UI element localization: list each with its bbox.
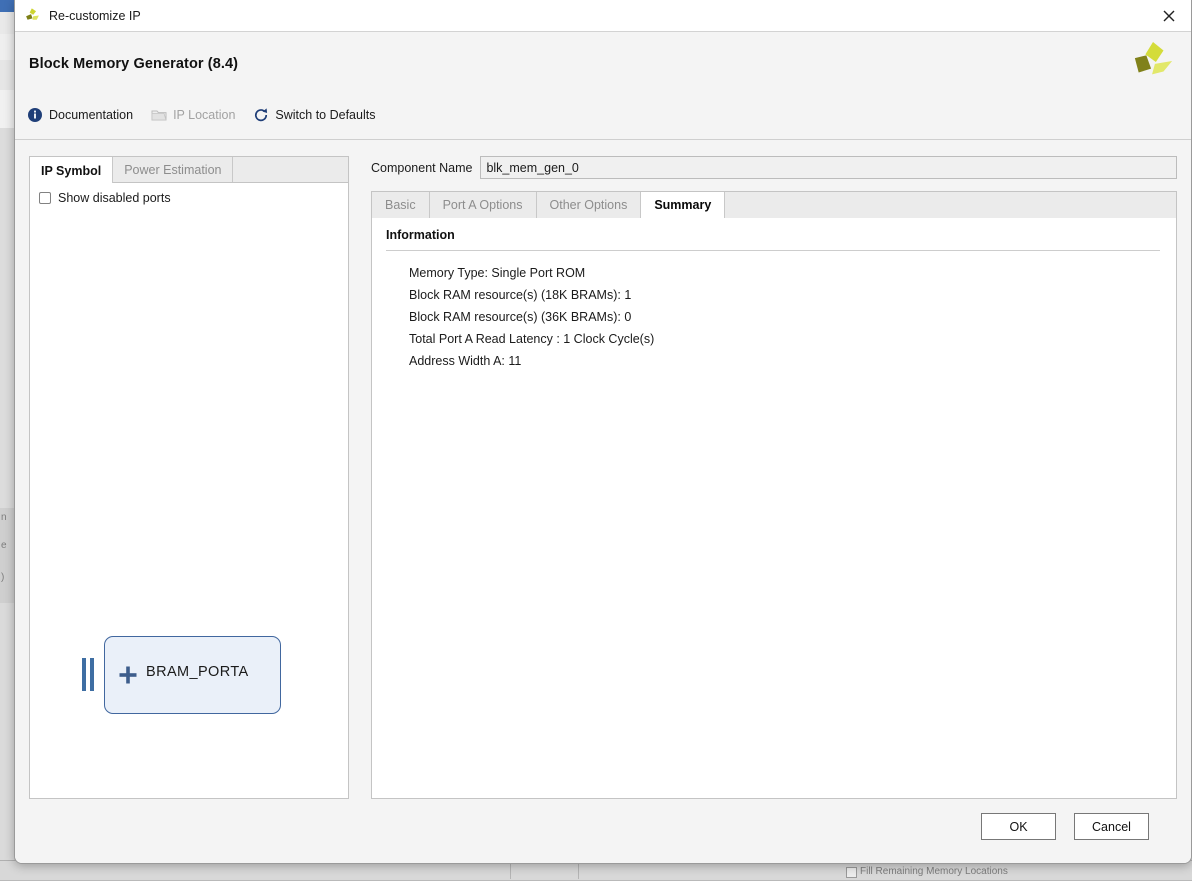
component-name-row: Component Name: [371, 156, 1177, 179]
tab-power-estimation[interactable]: Power Estimation: [113, 157, 233, 182]
ip-symbol-canvas: Show disabled ports BRAM_PORTA: [29, 183, 349, 799]
information-line: Address Width A: 11: [409, 350, 1160, 372]
xilinx-logo-icon: [24, 7, 41, 24]
checkbox-box-icon: [39, 192, 51, 204]
bg-panel: [0, 603, 14, 880]
information-line: Block RAM resource(s) (36K BRAMs): 0: [409, 306, 1160, 328]
bg-text-fragment: n: [1, 512, 7, 523]
left-tabstrip-filler: [233, 157, 348, 182]
bg-row: [0, 60, 14, 91]
options-tabstrip: Basic Port A Options Other Options Summa…: [371, 191, 1177, 218]
options-panel: Component Name Basic Port A Options Othe…: [371, 156, 1177, 799]
refresh-icon: [253, 107, 269, 123]
options-tabstrip-filler: [725, 192, 1176, 218]
xilinx-pinwheel-logo: [1132, 39, 1174, 85]
bg-row: [0, 90, 14, 129]
information-line: Memory Type: Single Port ROM: [409, 262, 1160, 284]
information-line: Total Port A Read Latency : 1 Clock Cycl…: [409, 328, 1160, 350]
documentation-label: Documentation: [49, 108, 133, 122]
component-name-input[interactable]: [480, 156, 1177, 179]
information-line: Block RAM resource(s) (18K BRAMs): 1: [409, 284, 1160, 306]
ip-symbol-panel: IP Symbol Power Estimation Show disabled…: [29, 156, 349, 799]
close-icon[interactable]: [1146, 0, 1191, 31]
switch-to-defaults-label: Switch to Defaults: [275, 108, 375, 122]
information-list: Memory Type: Single Port ROM Block RAM r…: [409, 262, 1160, 372]
bg-checkbox: [846, 867, 857, 878]
information-heading: Information: [386, 228, 455, 242]
show-disabled-ports-checkbox[interactable]: Show disabled ports: [39, 191, 171, 205]
dialog-toolbar: Documentation IP Location Switch to Defa…: [27, 107, 375, 123]
ip-location-label: IP Location: [173, 108, 235, 122]
show-disabled-ports-label: Show disabled ports: [58, 191, 171, 205]
folder-icon: [151, 107, 167, 123]
bg-row: [0, 34, 14, 61]
ok-button[interactable]: OK: [981, 813, 1056, 840]
plus-icon[interactable]: [118, 665, 138, 685]
tab-other-options[interactable]: Other Options: [537, 192, 642, 218]
bg-fill-remaining-label: Fill Remaining Memory Locations: [860, 866, 1008, 877]
bg-text-fragment: ): [1, 572, 4, 583]
summary-tab-content: Information Memory Type: Single Port ROM…: [371, 218, 1177, 799]
bram-porta-label: BRAM_PORTA: [146, 664, 249, 680]
bg-panel: [0, 128, 14, 509]
footer-button-group: OK Cancel: [981, 813, 1149, 840]
tab-ip-symbol[interactable]: IP Symbol: [30, 157, 113, 185]
page-title: Block Memory Generator (8.4): [29, 56, 238, 72]
switch-to-defaults-button[interactable]: Switch to Defaults: [253, 107, 375, 123]
info-icon: [27, 107, 43, 123]
information-divider: [386, 250, 1160, 251]
left-tabstrip: IP Symbol Power Estimation: [29, 156, 349, 183]
dialog-body: IP Symbol Power Estimation Show disabled…: [15, 140, 1191, 806]
re-customize-ip-dialog: Re-customize IP Block Memory Generator (…: [14, 0, 1192, 864]
dialog-header: Block Memory Generator (8.4) Documentati…: [15, 32, 1191, 140]
documentation-button[interactable]: Documentation: [27, 107, 133, 123]
tab-summary[interactable]: Summary: [641, 192, 725, 218]
dialog-title: Re-customize IP: [49, 9, 141, 23]
bram-symbol: BRAM_PORTA: [82, 636, 292, 714]
cancel-button[interactable]: Cancel: [1074, 813, 1149, 840]
bg-text-fragment: e: [1, 540, 7, 551]
bg-row: [0, 12, 14, 35]
dialog-footer: OK Cancel: [15, 806, 1191, 864]
component-name-label: Component Name: [371, 156, 480, 179]
dialog-titlebar: Re-customize IP: [15, 0, 1191, 32]
tab-basic[interactable]: Basic: [372, 192, 430, 218]
tab-port-a-options[interactable]: Port A Options: [430, 192, 537, 218]
bus-port-stub-icon: [82, 658, 96, 691]
ip-location-button[interactable]: IP Location: [151, 107, 235, 123]
